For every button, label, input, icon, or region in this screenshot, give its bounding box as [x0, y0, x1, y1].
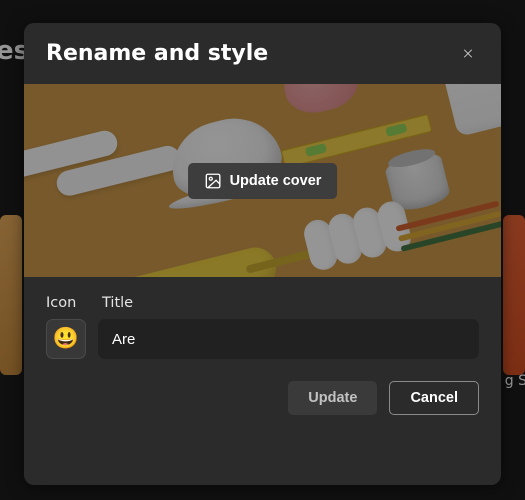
dialog-header: Rename and style [24, 23, 501, 84]
icon-field-label: Icon [46, 295, 88, 311]
title-input[interactable] [98, 319, 479, 359]
cover-image-area: Update cover [24, 84, 501, 277]
cancel-button[interactable]: Cancel [389, 381, 479, 415]
icon-picker-button[interactable]: 😃 [46, 319, 86, 359]
update-button[interactable]: Update [288, 381, 377, 415]
dialog-footer: Update Cancel [24, 359, 501, 415]
update-cover-button[interactable]: Update cover [188, 163, 338, 199]
rename-style-dialog: Rename and style [24, 23, 501, 485]
image-icon [204, 172, 222, 190]
close-icon [463, 46, 473, 61]
close-button[interactable] [457, 43, 479, 65]
title-field-label: Title [102, 295, 133, 311]
update-cover-label: Update cover [230, 173, 322, 189]
form-area: Icon Title 😃 [24, 277, 501, 359]
dialog-title: Rename and style [46, 41, 268, 66]
